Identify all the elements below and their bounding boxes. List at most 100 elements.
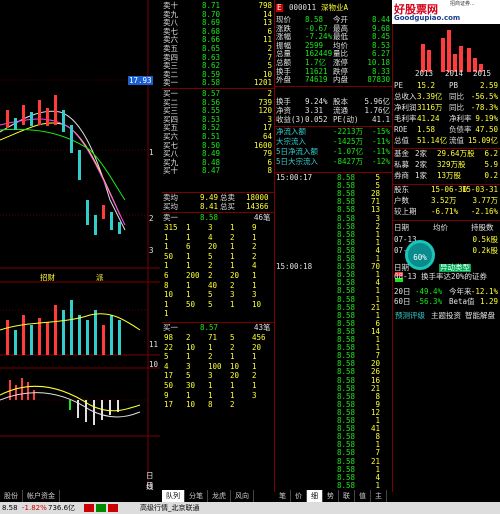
queue-row: 1 <box>162 309 274 319</box>
queue-cell: 1 <box>186 223 191 232</box>
queue-cell: 2 <box>230 400 235 410</box>
status-amount: 736.6亿 <box>48 504 76 512</box>
queue-cell: 5 <box>208 299 213 309</box>
queue-cell: 6 <box>186 242 191 252</box>
queue-row: 9 1 1 1 3 <box>162 390 274 400</box>
queue-cell: 2 <box>230 232 235 242</box>
link-theme[interactable]: 主题投资 <box>431 311 461 320</box>
fundamentals-panel: 好股票网 招商证券... Goodgupiao.com 2013 2014 20… <box>392 0 500 492</box>
queue-cell: 3 <box>252 390 257 400</box>
queue-cell: 1 <box>230 223 235 232</box>
fundamental-row: PE 15.2 PB 2.59 <box>393 81 500 90</box>
holder-type: 私募 <box>394 160 409 169</box>
stat-value: 1.29 <box>479 297 498 306</box>
queue-cell: 1 <box>230 390 235 400</box>
link-smart[interactable]: 智能解盘 <box>465 311 495 320</box>
tab-xi[interactable]: 细 <box>307 490 323 502</box>
f-value: -78.3% <box>470 103 498 112</box>
stat-label: 今年来 <box>449 287 472 296</box>
holder-row: 券商 1家 13万股 0.2 <box>393 171 500 180</box>
field-value: 74619 <box>305 75 328 85</box>
queue-cell: 9 <box>252 223 257 232</box>
f-label: 负债率 <box>449 125 472 134</box>
queue-cell: 8 <box>164 280 169 290</box>
flow-pct: -11% <box>371 137 390 146</box>
field-label: PE(动) <box>333 115 359 124</box>
queue-cell: 98 <box>164 333 174 342</box>
tab-dragon[interactable]: 龙虎 <box>208 490 231 502</box>
axis-marker-1: 1 <box>149 148 154 157</box>
status-center: 高级行情_北京联通 <box>140 504 200 512</box>
queue-cell: 3 <box>208 223 213 232</box>
holder-shares: 13万股 <box>437 171 462 180</box>
queue-row: 6 200 2 20 1 <box>162 271 274 280</box>
queue-cell: 1 <box>164 261 169 271</box>
ask-row[interactable]: 卖一 8.58 1201 <box>162 78 274 88</box>
tab-stocks[interactable]: 股份 <box>0 490 23 502</box>
kline-svg <box>0 0 160 492</box>
queue-cell: 1 <box>208 381 213 390</box>
tab-bi[interactable]: 笔 <box>275 490 291 502</box>
tab-zhu[interactable]: 主 <box>371 490 387 502</box>
stat-row: 20日 -49.4% 今年来 -12.1% <box>393 287 500 296</box>
f-label: ROE <box>394 125 408 134</box>
f-value: 15.09亿 <box>467 136 498 145</box>
gauge-value: 60% <box>413 253 427 262</box>
tab-funds[interactable]: 帐户资金 <box>23 490 60 502</box>
quote-field-row: 外盘 74619 内盘 87830 <box>275 75 392 85</box>
fundamental-row: 净利润 3116万 同比 -78.3% <box>393 103 500 112</box>
queue-cell: 1 <box>230 352 235 362</box>
queue-cell: 71 <box>208 333 218 342</box>
queue-row: 50 1 5 1 2 <box>162 251 274 261</box>
tab-lian[interactable]: 联 <box>339 490 355 502</box>
queue-cell: 5 <box>164 352 169 362</box>
holder-count: 1家 <box>415 171 428 180</box>
queue-row: 98 2 71 5 456 <box>162 333 274 342</box>
stat-row: 60日 -56.3% Beta值 1.29 <box>393 297 500 306</box>
flow-label: 5日大宗流入 <box>276 157 319 166</box>
tab-shi[interactable]: 势 <box>323 490 339 502</box>
queue-cell: 200 <box>186 271 200 280</box>
sh-label: 股东 <box>394 185 409 194</box>
chart-bottom-label-right: 派 <box>96 273 104 282</box>
queue-cell: 4 <box>164 361 169 371</box>
queue-cell: 4 <box>208 232 213 242</box>
tab-zhi[interactable]: 值 <box>355 490 371 502</box>
sh-value: -6.71% <box>431 207 459 216</box>
field-label: 外盘 <box>276 75 291 85</box>
queue-row: 1 6 20 1 2 <box>162 242 274 252</box>
holder-type: 券商 <box>394 171 409 180</box>
holder-pct: 6.2 <box>484 149 498 158</box>
holder-pct: 0.2 <box>484 171 498 180</box>
queue-cell: 6 <box>164 271 169 280</box>
flow-row: 大宗流入 -1425万 -11% <box>275 137 392 146</box>
tab-ticks[interactable]: 分笔 <box>185 490 208 502</box>
f-value: 41.24 <box>417 114 440 123</box>
flow-value: -1.07亿 <box>333 147 364 156</box>
tab-wind[interactable]: 风向 <box>231 490 254 502</box>
queue-cell: 50 <box>164 251 174 261</box>
field-value: 41.1 <box>371 115 390 124</box>
flow-row: 5日净流入额 -1.07亿 -11% <box>275 147 392 156</box>
kline-chart[interactable]: 17.93 1 2 3 招财 派 11 10 日线 日线 股份帐户资金 <box>0 0 160 502</box>
volume-bars <box>6 300 121 355</box>
queue-cell: 17 <box>164 400 174 410</box>
axis-marker-3: 3 <box>149 246 154 255</box>
queue-cell: 100 <box>208 361 222 371</box>
queue-row: 8 1 40 2 1 <box>162 280 274 290</box>
queue-cell: 1 <box>164 309 169 319</box>
queue-cell: 3 <box>186 361 191 371</box>
queue-sell-head: 卖一 8.58 46笔 <box>163 213 271 222</box>
queue-cell: 10 <box>230 361 240 371</box>
sh-label: 较上期 <box>394 207 417 216</box>
link-forecast[interactable]: 预测评级 <box>395 311 425 320</box>
field-label: 收益(3) <box>276 115 305 124</box>
tab-queue[interactable]: 队列 <box>162 490 185 502</box>
alert-row[interactable]: 08-13 换手率达20%的证券 <box>393 272 500 281</box>
queue-row: 50 30 1 1 1 <box>162 381 274 390</box>
bid-row[interactable]: 买十 8.47 8 <box>162 166 274 175</box>
queue-cell: 10 <box>164 290 174 300</box>
tab-jia[interactable]: 价 <box>291 490 307 502</box>
level-volume: 1201 <box>253 78 272 88</box>
shareholder-row: 较上期 -6.71% -2.16% <box>393 207 500 216</box>
